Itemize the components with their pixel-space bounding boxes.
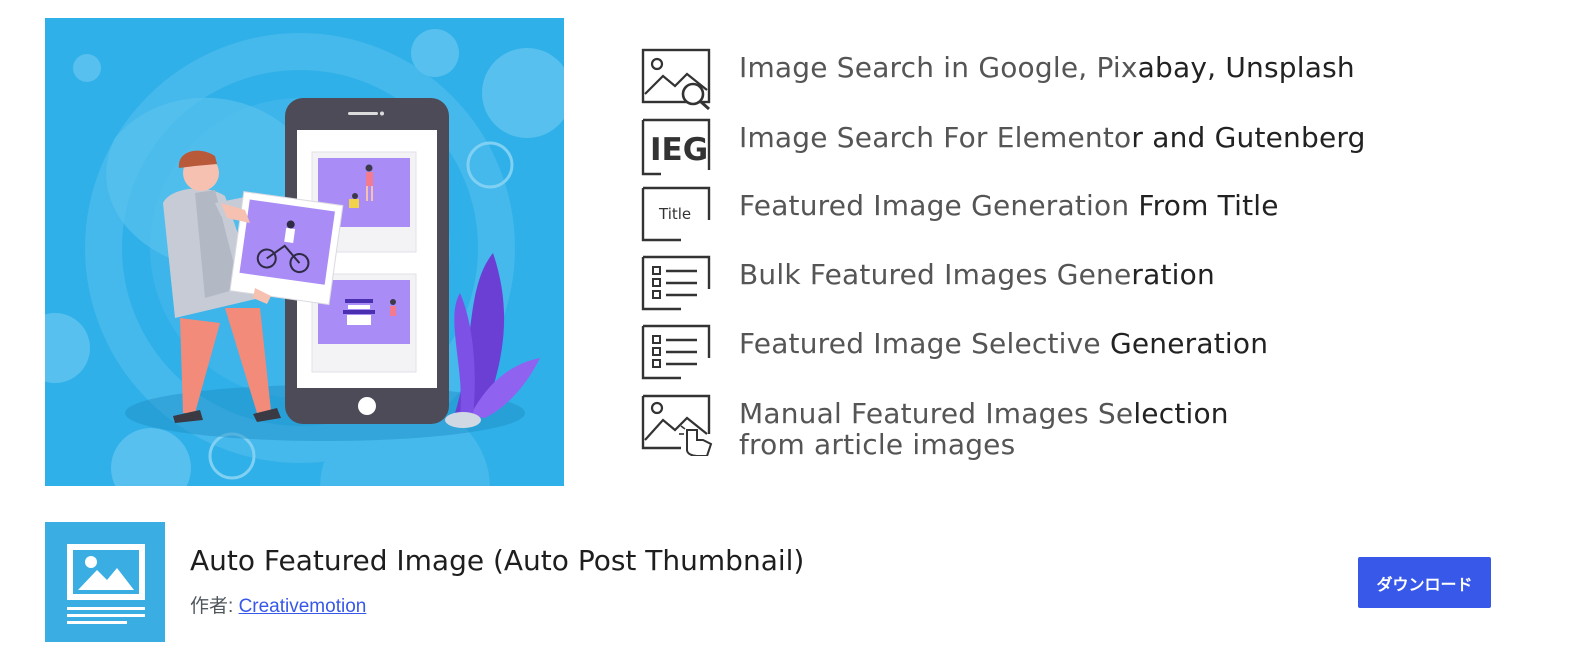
feature-text: Featured Image Generation From Title bbox=[739, 189, 1279, 222]
author-prefix: 作者: bbox=[190, 596, 239, 617]
plugin-banner: Image Search in Google, Pixabay, Unsplas… bbox=[45, 18, 1471, 486]
feature-item: Featured Image Selective Generation bbox=[641, 324, 1471, 386]
feature-item: Title Featured Image Generation From Tit… bbox=[641, 186, 1471, 248]
feature-item: IEG Image Search For Elementor and Guten… bbox=[641, 118, 1471, 180]
plugin-author: 作者: Creativemotion bbox=[190, 591, 366, 618]
plugin-title: Auto Featured Image (Auto Post Thumbnail… bbox=[190, 544, 805, 577]
plugin-icon bbox=[45, 522, 165, 642]
title-icon: Title bbox=[641, 186, 711, 242]
feature-text: Bulk Featured Images Generation bbox=[739, 258, 1215, 291]
checklist-icon bbox=[641, 255, 711, 311]
feature-item: Image Search in Google, Pixabay, Unsplas… bbox=[641, 48, 1471, 110]
feature-list: Image Search in Google, Pixabay, Unsplas… bbox=[564, 18, 1471, 472]
image-search-icon bbox=[641, 48, 711, 110]
feature-item: Bulk Featured Images Generation bbox=[641, 255, 1471, 317]
download-button[interactable]: ダウンロード bbox=[1358, 557, 1491, 608]
feature-text: Image Search in Google, Pixabay, Unsplas… bbox=[739, 51, 1355, 84]
elementor-gutenberg-icon: IEG bbox=[641, 118, 711, 176]
feature-item: Manual Featured Images Selection from art… bbox=[641, 394, 1471, 460]
feature-text: Featured Image Selective Generation bbox=[739, 327, 1269, 360]
icon-label: Title bbox=[658, 205, 691, 223]
checklist-icon bbox=[641, 324, 711, 380]
feature-text: Manual Featured Images Selection from art… bbox=[739, 397, 1229, 461]
icon-label: IEG bbox=[650, 132, 708, 168]
banner-illustration bbox=[45, 18, 564, 486]
author-link[interactable]: Creativemotion bbox=[239, 596, 367, 617]
image-pointer-icon bbox=[641, 394, 713, 456]
feature-text: Image Search For Elementor and Gutenberg bbox=[739, 121, 1366, 154]
